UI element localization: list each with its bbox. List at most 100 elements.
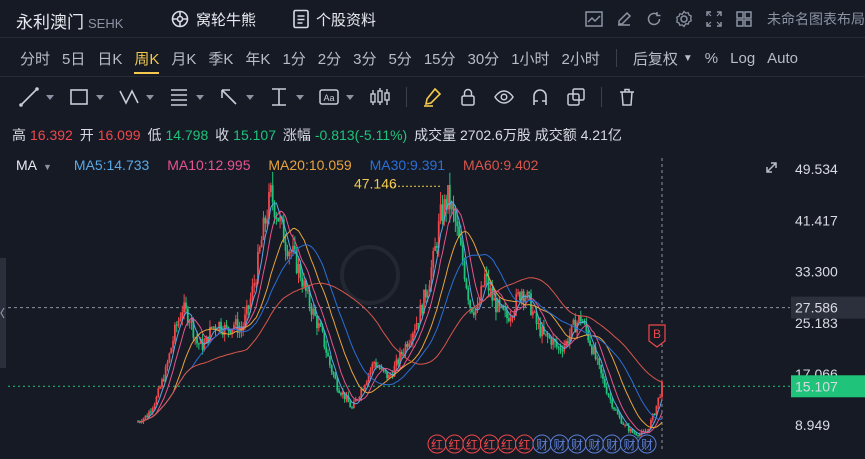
y-tick-label: 41.417: [795, 212, 838, 228]
period-tab[interactable]: 周K: [128, 40, 165, 77]
copy-icon: [567, 88, 585, 106]
candle: [386, 371, 388, 381]
adjust-dropdown[interactable]: 后复权 ▼: [627, 40, 699, 77]
period-tab[interactable]: 2分: [312, 40, 347, 77]
dividend-marker[interactable]: 红: [497, 434, 517, 454]
earnings-marker[interactable]: 财: [532, 434, 552, 454]
period-tab[interactable]: 日K: [91, 40, 128, 77]
auto-toggle[interactable]: Auto: [761, 40, 804, 77]
log-toggle[interactable]: Log: [724, 40, 761, 77]
settings-icon[interactable]: [669, 5, 699, 33]
refresh-icon[interactable]: [639, 5, 669, 33]
copy-tool[interactable]: [565, 82, 587, 112]
candle: [310, 302, 313, 322]
price-chart[interactable]: 49.53441.41733.30025.18317.0668.94927.58…: [0, 150, 865, 459]
candle: [412, 331, 414, 348]
period-tab[interactable]: 季K: [202, 40, 239, 77]
candle: [598, 357, 601, 370]
ma20-value: MA20:10.059: [268, 157, 352, 173]
candle: [258, 245, 261, 255]
dividend-marker[interactable]: 红: [462, 434, 482, 454]
stock-profile-button[interactable]: 个股资料: [292, 8, 376, 30]
period-tab[interactable]: 月K: [165, 40, 202, 77]
period-tab[interactable]: 15分: [418, 40, 462, 77]
ma5-value: MA5:14.733: [73, 157, 150, 173]
candle: [388, 373, 390, 379]
ma-dropdown-icon[interactable]: ▼: [43, 162, 52, 172]
period-tab[interactable]: 3分: [347, 40, 382, 77]
buy-signal-marker[interactable]: B: [648, 324, 666, 348]
candle: [327, 349, 329, 357]
edit-icon[interactable]: [609, 5, 639, 33]
ma-label[interactable]: MA: [16, 157, 37, 173]
fibonacci-tool[interactable]: [168, 82, 204, 112]
text-tool[interactable]: Aa: [318, 82, 354, 112]
candle: [498, 297, 501, 313]
dividend-marker[interactable]: 红: [515, 434, 534, 454]
rectangle-tool[interactable]: [68, 82, 104, 112]
lock-tool[interactable]: [457, 82, 479, 112]
candle: [161, 377, 163, 389]
dividend-marker[interactable]: 红: [480, 434, 499, 454]
period-tab[interactable]: 5日: [56, 40, 91, 77]
candle: [441, 195, 444, 225]
candle: [469, 299, 472, 314]
earnings-marker[interactable]: 财: [550, 434, 569, 454]
indicator-tool[interactable]: [368, 82, 392, 112]
candle: [533, 310, 536, 314]
delete-tool[interactable]: [616, 82, 638, 112]
earnings-marker[interactable]: 财: [637, 434, 657, 454]
candle: [434, 237, 436, 252]
candle: [395, 354, 398, 372]
low-value: 14.798: [165, 127, 209, 143]
earnings-marker[interactable]: 财: [567, 434, 587, 454]
svg-text:财: 财: [641, 438, 653, 452]
candle: [340, 391, 342, 397]
candle: [351, 405, 353, 410]
period-tab[interactable]: 5分: [382, 40, 417, 77]
candle: [467, 285, 470, 305]
stock-title[interactable]: 永利澳门 SEHK: [16, 8, 123, 33]
candle: [474, 308, 477, 321]
visibility-tool[interactable]: [493, 82, 515, 112]
earnings-marker[interactable]: 财: [620, 434, 639, 454]
period-tab[interactable]: 1分: [276, 40, 311, 77]
highlighter-tool[interactable]: [421, 82, 443, 112]
trendline-tool[interactable]: [18, 82, 54, 112]
earnings-marker[interactable]: 财: [602, 434, 622, 454]
period-tab[interactable]: 分时: [14, 40, 56, 77]
magnet-tool[interactable]: [529, 82, 551, 112]
candle: [600, 364, 603, 379]
candle: [614, 407, 617, 411]
period-tab[interactable]: 30分: [462, 40, 506, 77]
candle: [465, 277, 468, 290]
ma60-value: MA60:9.402: [462, 157, 539, 173]
fullscreen-icon[interactable]: [699, 5, 729, 33]
expand-icon[interactable]: [766, 162, 777, 173]
zigzag-icon: [119, 89, 139, 105]
candle: [602, 369, 604, 384]
arrow-tool[interactable]: [218, 82, 254, 112]
svg-text:财: 财: [588, 438, 600, 452]
period-tab[interactable]: 年K: [239, 40, 276, 77]
earnings-marker[interactable]: 财: [585, 434, 604, 454]
candle: [482, 284, 484, 288]
period-tab[interactable]: 1小时: [505, 40, 555, 77]
dividend-marker[interactable]: 红: [427, 434, 447, 454]
high-value: 16.392: [30, 127, 73, 143]
period-tab[interactable]: 2小时: [556, 40, 606, 77]
candle: [221, 325, 224, 338]
warrants-button[interactable]: 窝轮牛熊: [170, 8, 256, 30]
chart-type-icon[interactable]: [579, 5, 609, 33]
layout-grid-icon[interactable]: [729, 5, 759, 33]
layout-name[interactable]: 未命名图表布局: [767, 9, 865, 29]
candle: [653, 413, 656, 416]
pattern-tool[interactable]: [118, 82, 154, 112]
range-tool[interactable]: [268, 82, 304, 112]
dividend-marker[interactable]: 红: [445, 434, 464, 454]
close-value: 15.107: [233, 127, 276, 143]
candle: [175, 321, 178, 333]
percent-toggle[interactable]: %: [699, 40, 724, 77]
candle: [284, 233, 287, 261]
candle: [657, 397, 660, 409]
